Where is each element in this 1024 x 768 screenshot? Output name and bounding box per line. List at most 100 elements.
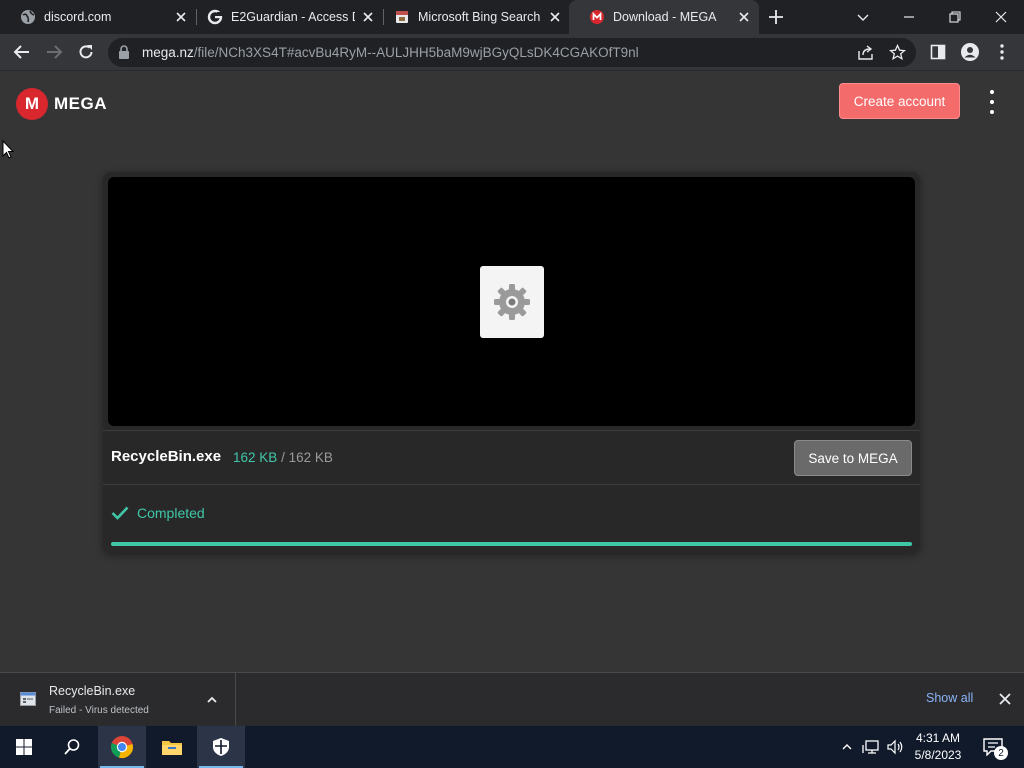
- tab-mega-download[interactable]: Download - MEGA: [569, 0, 759, 34]
- profile-button[interactable]: [958, 40, 982, 64]
- chevron-up-icon[interactable]: [205, 693, 219, 707]
- tab-close-icon[interactable]: [361, 10, 375, 24]
- progress-bar: [111, 542, 912, 546]
- back-button[interactable]: [10, 40, 34, 64]
- browser-toolbar: mega.nz/file/NCh3XS4T#acvBu4RyM--AULJHH5…: [0, 34, 1024, 71]
- file-size: 162 KB / 162 KB: [233, 450, 333, 465]
- close-window-button[interactable]: [978, 0, 1024, 34]
- taskbar-chrome[interactable]: [98, 726, 146, 768]
- volume-button[interactable]: [884, 726, 906, 768]
- kebab-dot: [990, 100, 994, 104]
- divider: [103, 484, 920, 485]
- shield-icon: [213, 738, 229, 756]
- speaker-icon: [887, 739, 903, 755]
- side-panel-button[interactable]: [926, 40, 950, 64]
- minimize-button[interactable]: [886, 0, 932, 34]
- notification-count-badge: 2: [994, 746, 1008, 760]
- globe-icon: [21, 10, 35, 24]
- kebab-dot: [990, 110, 994, 114]
- download-shelf: RecycleBin.exe Failed - Virus detected S…: [0, 672, 1024, 727]
- mega-icon: [590, 10, 604, 24]
- new-tab-icon[interactable]: [766, 7, 786, 27]
- clock-date: 5/8/2023: [914, 748, 962, 762]
- search-icon: [64, 739, 80, 755]
- checkmark-icon: [111, 506, 129, 520]
- show-hidden-icons-button[interactable]: [837, 726, 857, 768]
- forward-button[interactable]: [42, 40, 66, 64]
- tab-search-button[interactable]: [840, 0, 886, 34]
- address-bar[interactable]: mega.nz/file/NCh3XS4T#acvBu4RyM--AULJHH5…: [108, 38, 916, 67]
- url-path: /file/NCh3XS4T#acvBu4RyM--AULJHH5baM9wjB…: [193, 45, 639, 60]
- tab-title: E2Guardian - Access De: [231, 10, 355, 24]
- arrow-right-icon: [47, 45, 63, 59]
- tab-close-icon[interactable]: [737, 10, 751, 24]
- chrome-icon: [111, 736, 133, 758]
- close-icon[interactable]: [998, 692, 1012, 706]
- chevron-down-icon: [857, 14, 869, 21]
- tab-bing[interactable]: Microsoft Bing Search: [374, 0, 570, 34]
- taskbar-windows-security[interactable]: [197, 726, 245, 768]
- taskbar-clock[interactable]: 4:31 AM 5/8/2023: [907, 730, 969, 764]
- start-button[interactable]: [0, 726, 48, 768]
- save-to-mega-button[interactable]: Save to MEGA: [794, 440, 912, 476]
- restore-icon: [949, 11, 961, 23]
- size-separator: /: [281, 450, 285, 465]
- url-host: mega.nz: [142, 45, 194, 60]
- total-size: 162 KB: [288, 450, 333, 465]
- mega-logo-text: MEGA: [54, 94, 107, 113]
- star-icon[interactable]: [889, 44, 906, 61]
- share-icon[interactable]: [857, 44, 874, 61]
- chevron-up-icon: [842, 744, 852, 750]
- divider: [103, 430, 920, 431]
- profile-icon: [961, 43, 979, 61]
- google-icon: [207, 9, 223, 25]
- minimize-icon: [904, 16, 914, 18]
- close-icon: [995, 11, 1007, 23]
- network-icon: [862, 740, 879, 754]
- folder-icon: [162, 741, 182, 755]
- download-status: Completed: [111, 505, 205, 521]
- progress-fill: [111, 542, 912, 546]
- browser-tab-strip: discord.com E2Guardian - Access De Micro…: [0, 0, 1024, 34]
- file-preview: [108, 177, 915, 426]
- mega-logo-mark: M: [16, 88, 48, 120]
- tab-e2guardian[interactable]: E2Guardian - Access De: [187, 0, 383, 34]
- reload-icon: [79, 45, 93, 59]
- tab-close-icon[interactable]: [174, 10, 188, 24]
- arrow-left-icon: [13, 45, 29, 59]
- network-button[interactable]: [860, 726, 882, 768]
- gear-icon: [494, 284, 530, 320]
- bing-icon: [396, 11, 408, 23]
- reload-button[interactable]: [74, 40, 98, 64]
- download-status-text: Failed - Virus detected: [49, 705, 149, 716]
- download-item[interactable]: RecycleBin.exe Failed - Virus detected: [0, 673, 236, 727]
- mega-logo[interactable]: M MEGA: [16, 88, 107, 120]
- chrome-menu-button[interactable]: [990, 40, 1014, 64]
- side-panel-icon: [930, 44, 946, 60]
- mega-download-page: M MEGA Create account RecycleBin.exe 162…: [0, 72, 1024, 672]
- file-name: RecycleBin.exe: [111, 448, 222, 465]
- page-menu-button[interactable]: [982, 90, 1002, 114]
- taskbar-file-explorer[interactable]: [148, 726, 196, 768]
- executable-file-icon: [480, 266, 544, 338]
- kebab-dot: [990, 90, 994, 94]
- windows-taskbar: 4:31 AM 5/8/2023 2: [0, 726, 1024, 768]
- exe-file-icon: [20, 692, 36, 706]
- tab-title: Microsoft Bing Search: [418, 10, 541, 24]
- downloaded-size: 162 KB: [233, 450, 278, 465]
- clock-time: 4:31 AM: [915, 731, 961, 745]
- tab-close-icon[interactable]: [548, 10, 562, 24]
- search-button[interactable]: [48, 726, 96, 768]
- more-vert-icon: [1000, 44, 1004, 60]
- file-download-card: RecycleBin.exe 162 KB / 162 KB Save to M…: [103, 172, 920, 553]
- lock-icon[interactable]: [118, 45, 130, 59]
- status-text: Completed: [137, 505, 205, 521]
- url-text: mega.nz/file/NCh3XS4T#acvBu4RyM--AULJHH5…: [142, 45, 639, 60]
- download-file-name: RecycleBin.exe: [49, 684, 136, 698]
- show-all-downloads-link[interactable]: Show all: [926, 691, 973, 705]
- windows-icon: [16, 739, 32, 755]
- restore-button[interactable]: [932, 0, 978, 34]
- mouse-cursor-icon: [2, 140, 14, 159]
- create-account-button[interactable]: Create account: [839, 83, 960, 119]
- tab-discord[interactable]: discord.com: [0, 0, 196, 34]
